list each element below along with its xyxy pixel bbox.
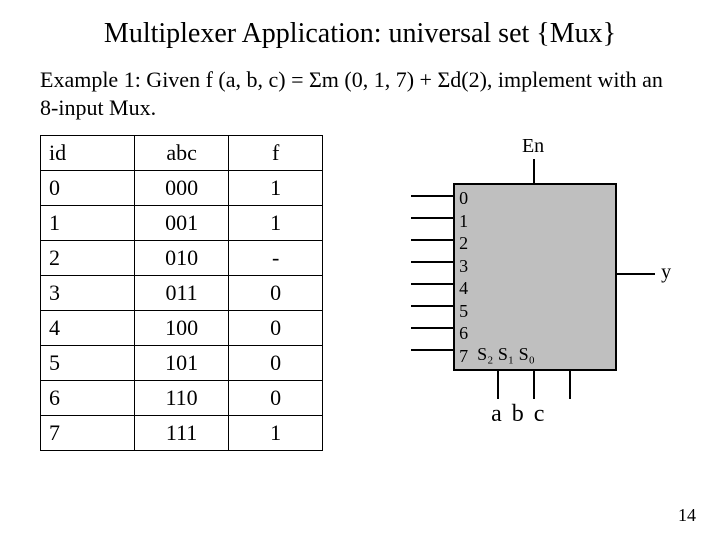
table-row: 61100 <box>41 381 323 416</box>
select-line <box>569 369 571 399</box>
truth-table: id abc f 00001 10011 2010- 30110 41000 5… <box>40 135 323 451</box>
select-signal-labels: a b c <box>491 401 546 428</box>
input-line <box>411 283 453 285</box>
enable-line <box>533 159 535 183</box>
example-text: Example 1: Given f (a, b, c) = Σm (0, 1,… <box>0 60 720 135</box>
select-labels: S₂ S₁ S₀ <box>477 343 535 366</box>
table-row: 30110 <box>41 276 323 311</box>
table-row: 51010 <box>41 346 323 381</box>
slide-title: Multiplexer Application: universal set {… <box>0 0 720 60</box>
table-row: 41000 <box>41 311 323 346</box>
page-number: 14 <box>678 505 696 526</box>
input-line <box>411 195 453 197</box>
table-row: 10011 <box>41 206 323 241</box>
table-row: 00001 <box>41 171 323 206</box>
input-line <box>411 349 453 351</box>
content-row: id abc f 00001 10011 2010- 30110 41000 5… <box>0 135 720 451</box>
mux-diagram: En 0 1 2 3 4 5 6 7 S₂ S₁ S₀ <box>383 135 680 445</box>
header-id: id <box>41 136 135 171</box>
enable-label: En <box>522 135 544 158</box>
input-line <box>411 217 453 219</box>
output-label: y <box>661 261 671 284</box>
table-row: 71111 <box>41 416 323 451</box>
input-line <box>411 261 453 263</box>
select-line <box>497 369 499 399</box>
input-line <box>411 305 453 307</box>
mux-box: 0 1 2 3 4 5 6 7 S₂ S₁ S₀ <box>453 183 617 371</box>
header-f: f <box>229 136 323 171</box>
table-header-row: id abc f <box>41 136 323 171</box>
input-line <box>411 327 453 329</box>
select-line <box>533 369 535 399</box>
table-row: 2010- <box>41 241 323 276</box>
mux-input-numbers: 0 1 2 3 4 5 6 7 S₂ S₁ S₀ <box>459 187 468 367</box>
output-line <box>615 273 655 275</box>
header-abc: abc <box>134 136 228 171</box>
input-line <box>411 239 453 241</box>
